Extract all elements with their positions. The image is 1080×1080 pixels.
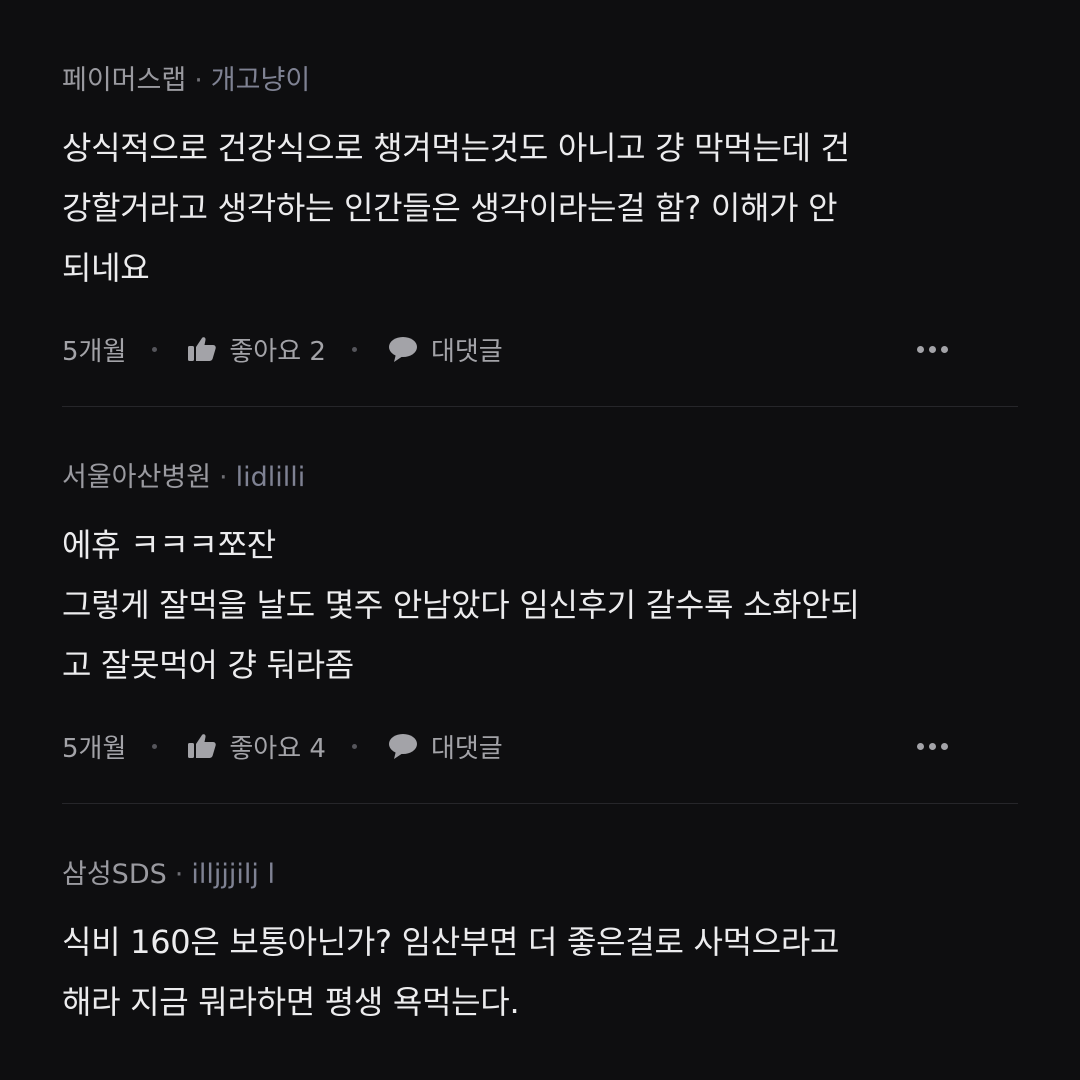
author-company: 페이머스랩 bbox=[62, 65, 187, 96]
thumbs-up-icon bbox=[188, 734, 217, 758]
more-options-button[interactable] bbox=[917, 742, 948, 750]
separator-dot bbox=[351, 346, 357, 352]
speech-bubble-icon bbox=[388, 337, 417, 362]
comment-header: 페이머스랩 · 개고냥이 bbox=[62, 58, 1018, 104]
comment-body: 상식적으로 건강식으로 챙겨먹는것도 아니고 걍 막먹는데 건 강할거라고 생각… bbox=[62, 129, 850, 287]
comment: 삼성SDS · illjjjilj l 식비 160은 보통아닌가? 임산부면 더 … bbox=[62, 852, 1018, 1032]
comment: 서울아산병원 · lidlilli 에휴 ㅋㅋㅋ쪼잔 그렇게 잘먹을 날도 몇주 안… bbox=[62, 455, 1018, 804]
header-separator: · bbox=[174, 859, 184, 890]
like-label: 좋아요 4 bbox=[229, 733, 326, 764]
thumbs-up-icon bbox=[188, 337, 217, 361]
comment-header: 서울아산병원 · lidlilli bbox=[62, 455, 1018, 501]
like-button[interactable]: 좋아요 2 bbox=[187, 331, 326, 368]
author-nickname[interactable]: lidlilli bbox=[236, 462, 306, 493]
speech-bubble-icon bbox=[388, 734, 417, 759]
separator-dot bbox=[351, 743, 357, 749]
comment-body: 식비 160은 보통아닌가? 임산부면 더 좋은걸로 사먹으라고 해라 지금 뭐… bbox=[62, 923, 840, 1021]
comment: 페이머스랩 · 개고냥이 상식적으로 건강식으로 챙겨먹는것도 아니고 걍 막먹는데… bbox=[62, 58, 1018, 407]
reply-button[interactable]: 대댓글 bbox=[387, 728, 503, 765]
more-dots-icon bbox=[917, 345, 924, 353]
reply-button[interactable]: 대댓글 bbox=[387, 331, 503, 368]
comment-actions: 5개월 좋아요 4 대댓글 bbox=[62, 723, 1018, 769]
like-button[interactable]: 좋아요 4 bbox=[187, 728, 326, 765]
comment-time: 5개월 bbox=[62, 733, 127, 764]
reply-label: 대댓글 bbox=[430, 336, 503, 367]
comment-time: 5개월 bbox=[62, 336, 127, 367]
like-label: 좋아요 2 bbox=[229, 336, 326, 367]
separator-dot bbox=[152, 743, 158, 749]
comment-header: 삼성SDS · illjjjilj l bbox=[62, 852, 1018, 898]
header-separator: · bbox=[194, 65, 203, 96]
author-nickname[interactable]: illjjjilj l bbox=[191, 859, 275, 890]
comment-body: 에휴 ㅋㅋㅋ쪼잔 그렇게 잘먹을 날도 몇주 안남았다 임신후기 갈수록 소화안… bbox=[62, 526, 860, 684]
author-company: 삼성SDS bbox=[62, 859, 167, 890]
header-separator: · bbox=[219, 462, 228, 493]
reply-label: 대댓글 bbox=[430, 733, 503, 764]
more-options-button[interactable] bbox=[917, 345, 948, 353]
author-company: 서울아산병원 bbox=[62, 462, 212, 493]
author-nickname[interactable]: 개고냥이 bbox=[211, 65, 310, 96]
separator-dot bbox=[152, 346, 158, 352]
comment-list: 페이머스랩 · 개고냥이 상식적으로 건강식으로 챙겨먹는것도 아니고 걍 막먹는데… bbox=[62, 58, 1018, 1032]
more-dots-icon bbox=[917, 742, 924, 750]
comment-actions: 5개월 좋아요 2 대댓글 bbox=[62, 326, 1018, 372]
comment-divider bbox=[62, 803, 1018, 804]
comment-divider bbox=[62, 406, 1018, 407]
